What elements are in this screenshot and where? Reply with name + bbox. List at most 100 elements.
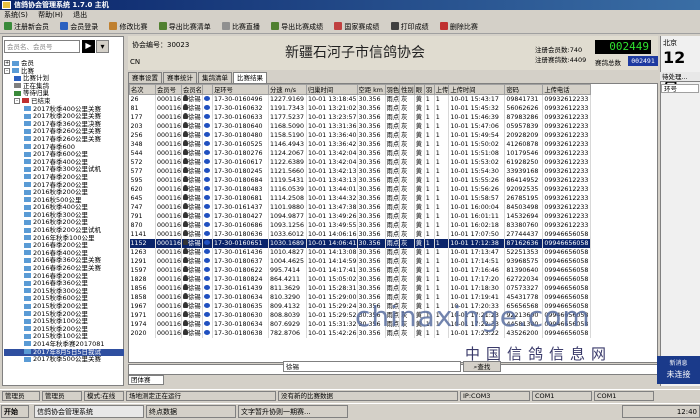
table-row[interactable]: 595 000116 徐锡 17-30-0180684 1119.5431 10-01 1… [129,176,592,185]
menu-help[interactable]: 帮助(H) [38,11,63,19]
tab-race-stats[interactable]: 赛事统计 [163,72,197,83]
table-cell: 10-01 13:44:32 [306,194,358,203]
table-row[interactable]: 544 000116 徐锡 17-30-0180276 1124.2067 10-01 1… [129,149,592,158]
column-header[interactable]: 上传 [433,84,450,95]
pigeon-icon [202,284,213,293]
table-row[interactable]: 203 000116 徐锡 17-30-0180640 1168.5090 10-01 1… [129,122,592,131]
search-go-button[interactable]: ▶ [82,40,95,53]
live-button[interactable]: 比赛直播 [221,20,260,34]
table-cell: 徐锡 [181,257,203,266]
table-row[interactable]: 1152 000116 徐锡 17-30-0160651 1030.1689 10-01 … [129,239,592,248]
table-row[interactable]: 791 000116 徐锡 17-30-0180427 1094.9877 10-01 1… [129,212,592,221]
column-header[interactable]: 足环号 [211,84,269,95]
task-document[interactable]: 文字暂升协则一期赛... [238,405,348,418]
tab-race-settings[interactable]: 赛事设置 [128,72,162,83]
table-cell: 10-01 14:06:41 [306,239,358,248]
tab-team-race[interactable]: 团体赛 [128,375,164,385]
table-row[interactable]: 1291 000116 徐锡 17-30-0180637 1004.4625 10-01 … [129,257,592,266]
table-cell: 1122.6389 [268,158,307,167]
table-cell: 1 [434,140,450,149]
table-cell: 1828 [129,275,156,284]
column-header[interactable]: 名次 [129,84,156,95]
table-cell: 30.356 [357,212,386,221]
expand-toggle-icon[interactable]: - [4,67,10,74]
tree-item[interactable]: 比赛计划 [4,74,124,83]
table-row[interactable]: 1597 000116 徐锡 17-30-0180622 995.7414 10-01 1… [129,266,592,275]
register-member-button[interactable]: 注册新会员 [4,20,49,34]
member-name: 徐锡 [188,150,201,157]
member-login-button[interactable]: 会员登录 [60,20,98,34]
table-row[interactable]: 572 000116 徐锡 17-30-0160617 1122.6389 10-01 1… [129,158,592,167]
table-row[interactable]: 81 000116 徐锡 17-30-0160632 1191.7343 10-01 13… [129,104,592,113]
task-end-data[interactable]: 终点数据 [146,405,236,418]
table-row[interactable]: 1856 000116 徐锡 17-30-0161439 811.3629 10-01 1… [129,284,592,293]
table-cell: 10-01 15:42:26 [306,329,358,338]
table-cell: 05957839 [504,122,544,131]
search-option-button[interactable]: ▾ [96,40,109,53]
tree-item[interactable]: 正在集鸽 [4,82,124,91]
table-row[interactable]: 348 000116 徐锡 17-30-0160525 1146.4943 10-01 1… [129,140,592,149]
column-header[interactable] [201,84,213,95]
column-header[interactable]: 会员名 [181,84,203,95]
live-icon [221,22,230,30]
print-button[interactable]: 打印成绩 [390,20,429,34]
tab-race-results[interactable]: 比赛结果 [233,72,267,83]
start-button[interactable]: 开始 [1,405,29,418]
table-cell: 10-01 15:51:08 [448,149,506,158]
expand-toggle-icon[interactable]: + [4,60,10,66]
table-row[interactable]: 870 000116 徐锡 17-30-0160686 1093.1256 10-01 1… [129,221,592,230]
tree-item[interactable]: 2017秋季500公里关赛 [4,355,124,364]
table-row[interactable]: 577 000116 徐锡 17-30-0180245 1121.5660 10-01 1… [129,167,592,176]
folder-icon [14,90,21,96]
column-header[interactable]: 羽 [423,84,435,95]
table-cell: 27744437 [504,230,544,239]
table-cell: 1 [424,284,435,293]
table-row[interactable]: 645 000116 徐锡 17-30-0180681 1114.2508 10-01 1… [129,194,592,203]
table-cell: 09932612233 [542,104,592,113]
menu-exit[interactable]: 退出 [73,11,87,19]
table-cell: 26785195 [504,194,544,203]
menu-system[interactable]: 系统(S) [4,11,28,19]
expand-toggle-icon[interactable]: - [14,97,20,104]
table-row[interactable]: 1828 000116 徐锡 17-30-0180824 864.4211 10-01 1… [129,275,592,284]
column-header[interactable]: 归巢时间 [305,84,358,95]
table-cell: 30.356 [357,239,386,248]
pigeon-icon [203,140,210,146]
column-header[interactable]: 密码 [504,84,544,95]
pigeon-icon [203,176,210,182]
table-row[interactable]: 620 000116 徐锡 17-30-0180483 1116.0539 10-01 1… [129,185,592,194]
member-name: 徐锡 [188,114,201,121]
export-list-button[interactable]: 导出比赛清单 [158,20,211,34]
member-name: 徐锡 [188,195,201,202]
column-header[interactable]: 上传电话 [542,84,592,95]
delete-race-button[interactable]: 删除比赛 [439,20,478,34]
table-cell: 黄 [414,149,425,158]
table-row[interactable]: 177 000116 徐锡 17-30-0160633 1177.5237 10-01 1… [129,113,592,122]
edit-race-button[interactable]: 修改比赛 [109,20,147,34]
column-header[interactable]: 空距 km [356,84,386,95]
tree-item[interactable]: 等待归巢 [4,90,124,98]
export-results-button[interactable]: 导出比赛成绩 [271,20,323,34]
column-header[interactable]: 上传时间 [448,84,506,95]
tree-item[interactable]: - 比赛 [4,67,124,76]
national-results-button[interactable]: 国家赛成绩 [334,20,379,34]
table-row[interactable]: 747 000116 徐锡 17-30-0161437 1101.9880 10-01 1… [129,203,592,212]
table-row[interactable]: 26 000116 徐锡 17-30-0160496 1227.9169 10-01 13… [129,94,592,104]
table-cell: 30.356 [357,185,386,194]
task-app[interactable]: 信鸽协会管理系统 [34,405,144,418]
column-header[interactable]: 分速 m/s [267,84,307,95]
table-row[interactable]: 256 000116 徐锡 17-30-0180480 1158.5190 10-01 1… [129,131,592,140]
bottom-search-input[interactable]: 徐锡 [283,361,461,372]
table-row[interactable]: 1141 000116 徐锡 17-30-0180636 1033.6012 10-01 … [129,230,592,239]
table-cell: 灰 [399,239,415,248]
pigeon-icon [203,230,210,236]
tab-collection-list[interactable]: 集鸽清单 [198,72,232,83]
table-cell: 黄 [414,212,425,221]
column-header[interactable]: 会员号 [154,84,183,95]
table-cell: 1 [424,194,435,203]
table-row[interactable]: 1263 000116 徐锡 17-30-0161436 1010.4827 10-01 … [129,248,592,257]
column-header[interactable]: 性别 [399,84,415,95]
column-header[interactable]: 眼 [413,84,425,95]
column-header[interactable]: 羽色 [384,84,401,95]
member-search-input[interactable]: 会员名、会员号 [4,40,80,53]
